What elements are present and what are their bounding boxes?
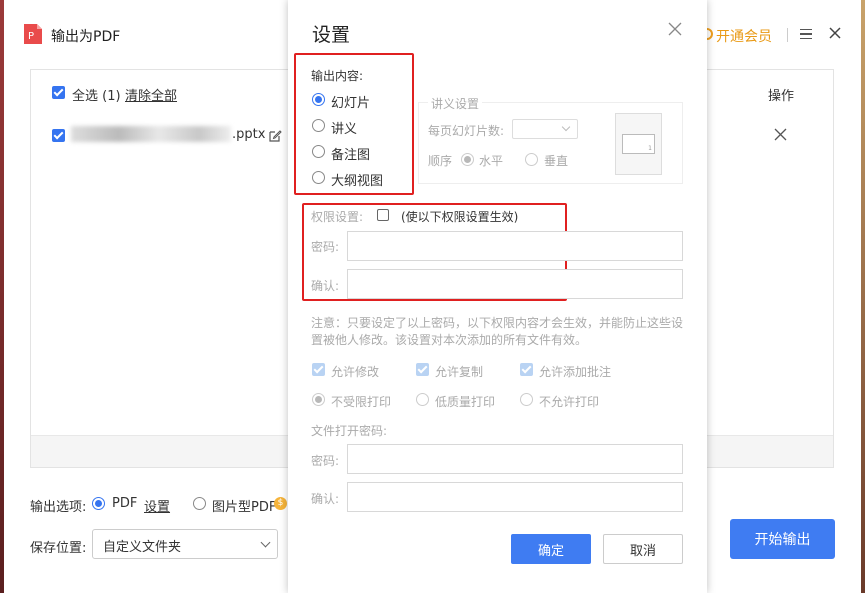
open-password-field-label: 密码:	[311, 454, 340, 468]
background-right-edge	[861, 0, 865, 593]
dialog-close-icon[interactable]	[668, 22, 682, 36]
handout-settings-label: 讲义设置	[428, 95, 483, 112]
image-pdf-label: 图片型PDF	[212, 500, 277, 515]
handout-preview: 1	[615, 113, 662, 175]
coin-icon: $	[274, 497, 287, 510]
content-radio-handout[interactable]	[312, 119, 325, 132]
handout-preview-slide: 1	[622, 134, 655, 154]
select-all-checkbox[interactable]	[52, 86, 65, 99]
print-low-radio[interactable]	[416, 393, 429, 406]
output-options-label: 输出选项:	[30, 500, 87, 515]
order-vertical-radio[interactable]	[525, 153, 538, 166]
permission-label: 权限设置:	[311, 210, 364, 224]
start-export-button[interactable]: 开始输出	[730, 519, 835, 559]
output-content-label: 输出内容:	[311, 69, 364, 83]
print-none-radio[interactable]	[520, 393, 533, 406]
file-checkbox[interactable]	[52, 129, 65, 142]
slides-per-page-select[interactable]	[512, 119, 578, 139]
allow-copy-label: 允许复制	[435, 365, 484, 379]
print-unlimited-label: 不受限打印	[331, 395, 392, 409]
content-option-outline: 大纲视图	[331, 174, 384, 189]
ok-button[interactable]: 确定	[511, 534, 591, 564]
allow-modify-checkbox[interactable]	[312, 363, 325, 376]
print-unlimited-radio[interactable]	[312, 393, 325, 406]
title-divider	[787, 28, 788, 42]
order-horizontal-radio[interactable]	[461, 153, 474, 166]
menu-icon[interactable]	[800, 29, 812, 39]
pdf-radio[interactable]	[92, 497, 105, 510]
pdf-app-icon: P	[24, 24, 42, 44]
confirm-password-label: 确认:	[311, 279, 340, 293]
save-location-value: 自定义文件夹	[103, 540, 182, 555]
allow-annotate-label: 允许添加批注	[539, 365, 612, 379]
save-location-select[interactable]: 自定义文件夹	[92, 529, 278, 559]
open-confirm-field-label: 确认:	[311, 492, 340, 506]
open-password-label: 文件打开密码:	[311, 424, 388, 438]
settings-dialog: 设置 输出内容: 幻灯片 讲义 备注图 大纲视图 讲义设置 每页幻灯片数: 1 …	[288, 0, 707, 593]
cancel-button[interactable]: 取消	[603, 534, 683, 564]
open-password-input[interactable]	[347, 444, 683, 474]
print-low-label: 低质量打印	[435, 395, 496, 409]
file-extension: .pptx	[232, 127, 266, 142]
content-radio-outline[interactable]	[312, 171, 325, 184]
clear-all-link[interactable]: 清除全部	[125, 85, 177, 104]
file-name-blurred	[71, 126, 231, 142]
svg-text:P: P	[28, 31, 34, 42]
dialog-title: 设置	[312, 24, 351, 46]
note-line-2: 置被他人修改。该设置对本次添加的所有文件有效。	[311, 333, 588, 347]
allow-modify-label: 允许修改	[331, 365, 380, 379]
content-radio-slides[interactable]	[312, 93, 325, 106]
chevron-down-icon	[260, 537, 271, 548]
image-pdf-radio[interactable]	[193, 497, 206, 510]
content-option-slides: 幻灯片	[331, 96, 371, 111]
close-icon[interactable]	[827, 25, 843, 41]
content-radio-notes[interactable]	[312, 145, 325, 158]
order-horizontal-label: 水平	[479, 154, 504, 168]
pdf-label: PDF	[112, 496, 138, 511]
select-all-label: 全选 (1)	[72, 89, 121, 104]
content-option-notes: 备注图	[331, 148, 371, 163]
permission-hint: (使以下权限设置生效)	[401, 210, 519, 224]
print-none-label: 不允许打印	[539, 395, 600, 409]
chevron-down-icon	[561, 122, 571, 132]
order-vertical-label: 垂直	[544, 154, 569, 168]
password-input[interactable]	[347, 231, 683, 261]
edit-icon[interactable]	[269, 129, 282, 142]
window-title: 输出为PDF	[51, 29, 121, 45]
allow-annotate-checkbox[interactable]	[520, 363, 533, 376]
settings-link[interactable]: 设置	[144, 496, 170, 515]
allow-copy-checkbox[interactable]	[416, 363, 429, 376]
remove-file-icon[interactable]	[774, 128, 787, 141]
order-label: 顺序	[428, 154, 453, 168]
content-option-handout: 讲义	[331, 122, 358, 137]
open-confirm-input[interactable]	[347, 482, 683, 512]
operations-header: 操作	[768, 89, 795, 104]
vip-button[interactable]: 开通会员	[716, 26, 772, 46]
save-location-label: 保存位置:	[30, 541, 87, 556]
note-line-1: 注意：只要设定了以上密码，以下权限内容才会生效，并能防止这些设	[311, 316, 684, 330]
permission-checkbox[interactable]	[377, 209, 389, 221]
password-label: 密码:	[311, 240, 340, 254]
slides-per-page-label: 每页幻灯片数:	[428, 124, 505, 138]
confirm-password-input[interactable]	[347, 269, 683, 299]
